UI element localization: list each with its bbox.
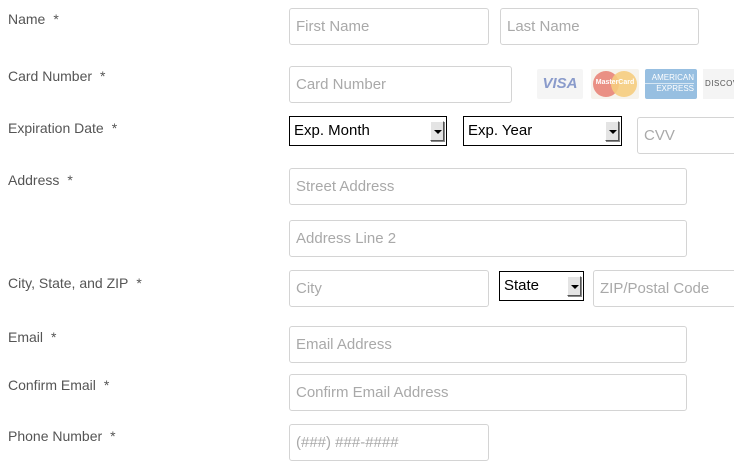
exp-month-select[interactable]: Exp. Month bbox=[289, 116, 447, 146]
city-state-zip-label-text: City, State, and ZIP bbox=[8, 275, 129, 291]
required-mark: * bbox=[53, 11, 59, 27]
last-name-input[interactable] bbox=[500, 8, 699, 45]
required-mark: * bbox=[103, 377, 110, 393]
phone-number-label: Phone Number * bbox=[8, 428, 116, 444]
email-label-text: Email bbox=[8, 329, 44, 345]
address-line2-input[interactable] bbox=[289, 220, 687, 257]
required-mark: * bbox=[100, 68, 106, 84]
amex-logo-icon: AMERICAN EXPRESS bbox=[645, 69, 697, 99]
name-label-text: Name bbox=[8, 11, 46, 27]
card-number-label: Card Number * bbox=[8, 68, 105, 84]
phone-number-label-text: Phone Number bbox=[8, 428, 103, 444]
confirm-email-label: Confirm Email * bbox=[8, 377, 109, 393]
dropdown-arrow-icon[interactable] bbox=[605, 121, 619, 141]
exp-month-value: Exp. Month bbox=[294, 122, 370, 139]
expiration-date-label: Expiration Date * bbox=[8, 120, 117, 136]
exp-year-select[interactable]: Exp. Year bbox=[463, 116, 622, 146]
discover-logo-icon: DISCOVER bbox=[703, 69, 734, 99]
discover-logo-text: DISCOVER bbox=[705, 79, 734, 88]
dropdown-arrow-icon[interactable] bbox=[567, 276, 581, 296]
name-label: Name * bbox=[8, 11, 59, 27]
first-name-input[interactable] bbox=[289, 8, 489, 45]
card-number-label-text: Card Number bbox=[8, 68, 93, 84]
mastercard-logo-icon: MasterCard bbox=[591, 69, 639, 99]
required-mark: * bbox=[110, 428, 116, 444]
address-label-text: Address bbox=[8, 172, 60, 188]
required-mark: * bbox=[136, 275, 142, 291]
zip-input[interactable] bbox=[593, 270, 734, 307]
mastercard-logo-text: MasterCard bbox=[595, 79, 635, 86]
email-label: Email * bbox=[8, 329, 56, 345]
email-input[interactable] bbox=[289, 326, 687, 363]
confirm-email-label-text: Confirm Email bbox=[8, 377, 96, 393]
visa-logo-icon: VISA bbox=[537, 69, 583, 99]
city-state-zip-label: City, State, and ZIP * bbox=[8, 275, 142, 291]
confirm-email-input[interactable] bbox=[289, 374, 687, 411]
phone-number-input[interactable] bbox=[289, 424, 489, 461]
required-mark: * bbox=[51, 329, 57, 345]
exp-year-value: Exp. Year bbox=[468, 122, 533, 139]
state-select[interactable]: State bbox=[499, 271, 584, 301]
amex-logo-line2: EXPRESS bbox=[656, 84, 694, 93]
state-value: State bbox=[504, 277, 540, 294]
city-input[interactable] bbox=[289, 270, 489, 307]
address-label: Address * bbox=[8, 172, 73, 188]
amex-logo-line1: AMERICAN bbox=[645, 73, 694, 84]
required-mark: * bbox=[111, 120, 118, 136]
visa-logo-text: VISA bbox=[542, 75, 578, 92]
street-address-input[interactable] bbox=[289, 168, 687, 205]
cvv-input[interactable] bbox=[637, 117, 734, 154]
card-number-input[interactable] bbox=[289, 66, 512, 103]
expiration-date-label-text: Expiration Date bbox=[8, 120, 104, 136]
required-mark: * bbox=[67, 172, 73, 188]
dropdown-arrow-icon[interactable] bbox=[430, 121, 444, 141]
